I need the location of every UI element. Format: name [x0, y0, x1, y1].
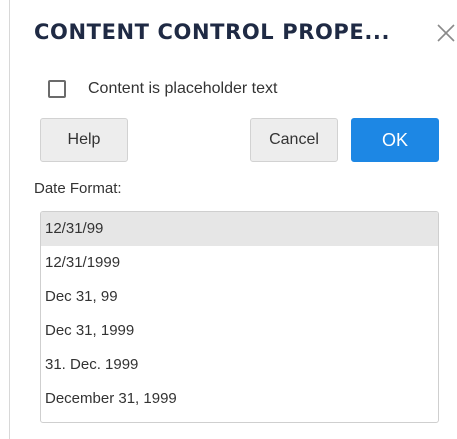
date-format-listbox[interactable]: 12/31/99 12/31/1999 Dec 31, 99 Dec 31, 1…: [40, 211, 439, 423]
date-format-option[interactable]: Dec 31, 1999: [41, 314, 438, 348]
close-icon: [437, 24, 455, 42]
date-format-option[interactable]: 12/31/99: [41, 212, 438, 246]
dialog-left-border: [9, 0, 10, 439]
date-format-option[interactable]: 12/31/1999: [41, 246, 438, 280]
date-format-option[interactable]: Dec 31, 99: [41, 280, 438, 314]
help-button[interactable]: Help: [40, 118, 128, 162]
date-format-label: Date Format:: [34, 180, 122, 197]
close-button[interactable]: [434, 18, 457, 48]
content-control-properties-dialog: CONTENT CONTROL PROPE... Content is plac…: [0, 0, 457, 439]
ok-button[interactable]: OK: [351, 118, 439, 162]
placeholder-checkbox[interactable]: [48, 80, 66, 98]
placeholder-checkbox-row[interactable]: Content is placeholder text: [48, 78, 277, 100]
date-format-option[interactable]: 31. Dec. 1999: [41, 348, 438, 382]
cancel-button[interactable]: Cancel: [250, 118, 338, 162]
dialog-title: CONTENT CONTROL PROPE...: [34, 20, 391, 44]
placeholder-checkbox-label: Content is placeholder text: [88, 80, 278, 97]
date-format-option[interactable]: December 31, 1999: [41, 382, 438, 416]
